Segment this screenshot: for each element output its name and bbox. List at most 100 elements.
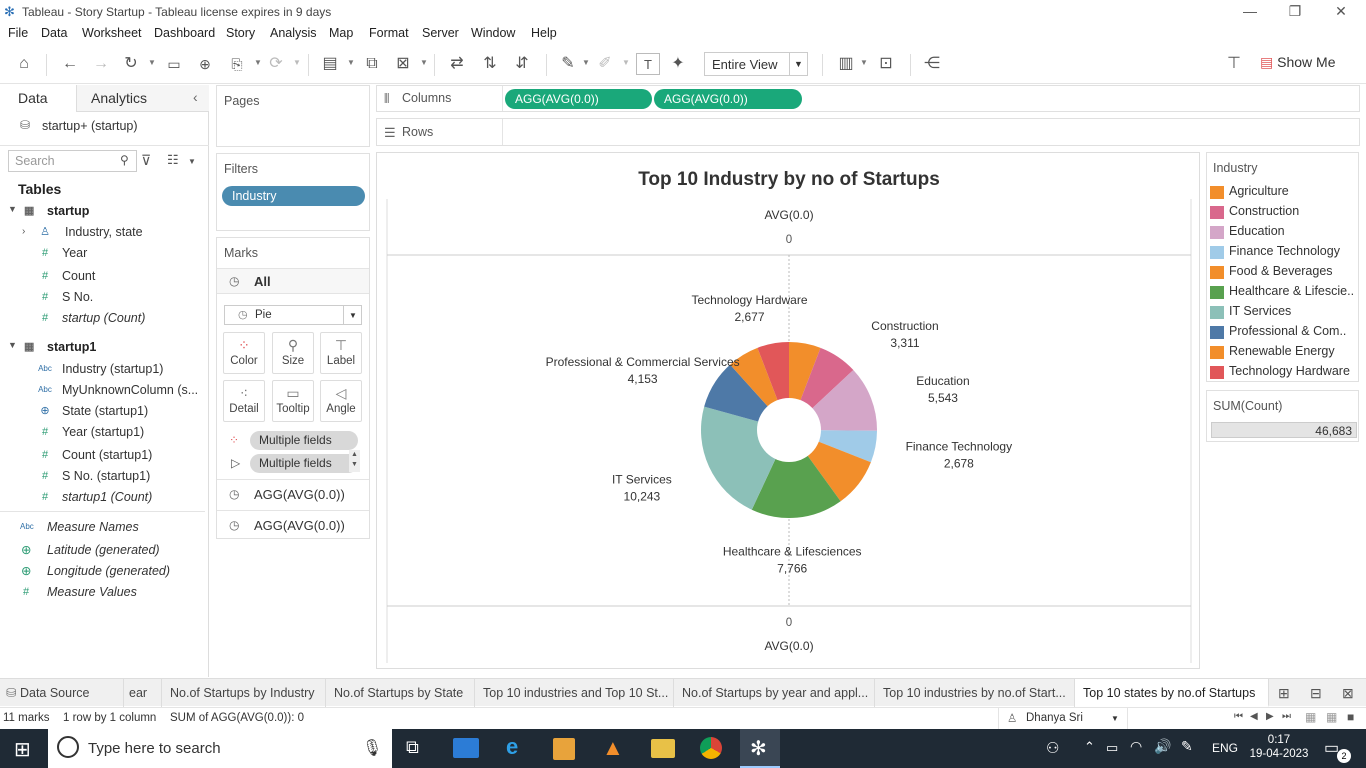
field-year-startup1[interactable]: # Year (startup1) (0, 422, 205, 442)
show-me-button[interactable]: ▤ Show Me (1260, 54, 1335, 74)
filter-icon[interactable]: ⊽ (141, 152, 151, 169)
replay-icon[interactable]: ↻ (119, 53, 143, 75)
fit-view-select[interactable]: Entire View ▼ (704, 52, 808, 76)
size-button[interactable]: ⚲ Size (272, 332, 314, 374)
menu-analysis[interactable]: Analysis (270, 26, 317, 40)
menu-help[interactable]: Help (531, 26, 557, 40)
size-legend[interactable]: SUM(Count) 46,683 (1206, 390, 1359, 442)
color-multiple-fields-pill[interactable]: Multiple fields (250, 431, 358, 450)
prev-sheet-icon[interactable]: ◀ (1250, 711, 1258, 722)
taskbar-search-box[interactable]: Type here to search 🎙 (48, 729, 392, 768)
show-cards-icon[interactable]: ▥ (834, 53, 858, 75)
marks-all-tab[interactable]: ◷ All (217, 268, 369, 294)
table-startup1[interactable]: ▼ ▦ startup1 (0, 338, 205, 358)
user-menu[interactable]: ♙ Dhanya Sri ▼ (998, 708, 1128, 729)
tab-year[interactable]: ear (124, 679, 162, 707)
restore-button[interactable]: ❐ (1272, 0, 1318, 24)
field-startup1-count[interactable]: # startup1 (Count) (0, 487, 205, 507)
tab-startups-by-state[interactable]: No.of Startups by State (326, 679, 475, 707)
field-industry-state[interactable]: › ♙ Industry, state (0, 222, 205, 242)
angle-button[interactable]: ◁ Angle (320, 380, 362, 422)
field-myunknowncolumn[interactable]: Abc MyUnknownColumn (s... (0, 380, 205, 400)
new-datasource-icon[interactable]: ⊕ (193, 53, 217, 75)
new-worksheet-icon[interactable]: ▤ (318, 53, 342, 75)
field-longitude[interactable]: ⊕ Longitude (generated) (0, 561, 205, 581)
field-measure-names[interactable]: Abc Measure Names (0, 517, 205, 537)
angle-multiple-fields-pill[interactable]: Multiple fields (250, 454, 358, 473)
tableau-taskbar-button[interactable]: ✻ (740, 729, 780, 768)
datasource-item[interactable]: ⛁ startup+ (startup) (18, 117, 208, 137)
sort-ascending-icon[interactable]: ⇅ (478, 53, 502, 75)
windows-start-icon[interactable]: ⊞ (14, 737, 31, 762)
menu-data[interactable]: Data (41, 26, 67, 40)
presentation-mode-icon[interactable]: ⊡ (874, 53, 898, 75)
task-view-icon[interactable]: ⧉ (406, 737, 419, 758)
field-industry-startup1[interactable]: Abc Industry (startup1) (0, 359, 205, 379)
microphone-icon[interactable]: 🎙 (362, 738, 382, 758)
tab-startups-by-industry[interactable]: No.of Startups by Industry (162, 679, 326, 707)
menu-worksheet[interactable]: Worksheet (82, 26, 142, 40)
sheet-sorter-icon[interactable]: ▦ (1326, 710, 1337, 724)
new-dashboard-tab-icon[interactable]: ⊟ (1310, 685, 1322, 702)
filters-card[interactable]: Filters Industry (216, 153, 370, 231)
share-icon[interactable]: ⋲ (920, 53, 944, 75)
detail-button[interactable]: ⁖ Detail (223, 380, 265, 422)
menu-server[interactable]: Server (422, 26, 459, 40)
chart-view[interactable]: Top 10 Industry by no of Startups AVG(0.… (376, 152, 1200, 669)
minimize-button[interactable]: — (1227, 0, 1273, 24)
chevron-up-icon[interactable]: ⌃ (1084, 739, 1095, 755)
pin-icon[interactable]: ⊤ (1222, 53, 1246, 75)
field-sno-startup1[interactable]: # S No. (startup1) (0, 466, 205, 486)
mail-icon[interactable] (453, 738, 479, 758)
tab-data-source[interactable]: ⛁ Data Source (0, 679, 124, 707)
pen-icon[interactable]: ✎ (1181, 738, 1193, 755)
tab-top10-industries-states[interactable]: Top 10 industries and Top 10 St... (475, 679, 674, 707)
store-icon[interactable] (553, 738, 575, 760)
chrome-icon[interactable] (700, 737, 722, 759)
new-story-tab-icon[interactable]: ⊠ (1342, 685, 1354, 702)
field-year[interactable]: # Year (0, 243, 205, 263)
chevron-down-icon[interactable]: ▼ (188, 157, 196, 166)
marks-tab-agg1[interactable]: ◷ AGG(AVG(0.0)) (217, 479, 369, 510)
close-button[interactable]: ✕ (1318, 0, 1364, 24)
tabs-view-icon[interactable]: ■ (1347, 710, 1354, 724)
label-button[interactable]: ⊤ Label (320, 332, 362, 374)
tab-startups-by-year[interactable]: No.of Startups by year and appl... (674, 679, 875, 707)
rows-shelf[interactable]: ☰ Rows (376, 118, 1360, 146)
marks-tab-agg2[interactable]: ◷ AGG(AVG(0.0)) (217, 510, 369, 539)
wifi-icon[interactable]: ◠ (1130, 738, 1142, 755)
edge-icon[interactable]: e (506, 734, 518, 760)
field-count-startup1[interactable]: # Count (startup1) (0, 445, 205, 465)
people-icon[interactable]: ⚇ (1046, 739, 1059, 757)
first-sheet-icon[interactable]: ⏮ (1234, 711, 1243, 722)
show-mark-labels-icon[interactable]: T (636, 53, 660, 75)
menu-story[interactable]: Story (226, 26, 255, 40)
vlc-icon[interactable]: ▲ (602, 735, 624, 761)
tab-analytics[interactable]: Analytics ‹ (76, 85, 209, 112)
table-startup[interactable]: ▼ ▦ startup (0, 202, 205, 222)
new-worksheet-tab-icon[interactable]: ⊞ (1278, 685, 1290, 702)
pause-updates-icon[interactable]: ⎘ (225, 53, 249, 75)
next-sheet-icon[interactable]: ▶ (1266, 711, 1274, 722)
mark-type-select[interactable]: ◷ Pie ▼ (224, 305, 362, 325)
refresh-icon[interactable]: ⟳ (264, 53, 288, 75)
clear-sheet-icon[interactable]: ⊠ (391, 53, 415, 75)
tab-top10-states[interactable]: Top 10 states by no.of Startups (1075, 679, 1269, 707)
column-pill-1[interactable]: AGG(AVG(0.0)) (505, 89, 652, 109)
home-icon[interactable]: ⌂ (12, 53, 36, 75)
group-members-icon[interactable]: ✐ (593, 53, 617, 75)
clock[interactable]: 0:17 19-04-2023 (1246, 732, 1312, 765)
field-sno[interactable]: # S No. (0, 287, 205, 307)
field-state-startup1[interactable]: ⊕ State (startup1) (0, 401, 205, 421)
tooltip-button[interactable]: ▭ Tooltip (272, 380, 314, 422)
menu-file[interactable]: File (8, 26, 28, 40)
fix-axes-icon[interactable]: ✦ (666, 53, 690, 75)
search-field[interactable]: Search ⚲ (8, 150, 137, 172)
marks-scrollbar[interactable]: ▲ ▼ (349, 450, 360, 472)
field-measure-values[interactable]: # Measure Values (0, 582, 205, 602)
swap-rows-columns-icon[interactable]: ⇄ (445, 53, 469, 75)
field-latitude[interactable]: ⊕ Latitude (generated) (0, 540, 205, 560)
column-pill-2[interactable]: AGG(AVG(0.0)) (654, 89, 802, 109)
undo-icon[interactable]: ← (58, 53, 82, 75)
field-count[interactable]: # Count (0, 266, 205, 286)
